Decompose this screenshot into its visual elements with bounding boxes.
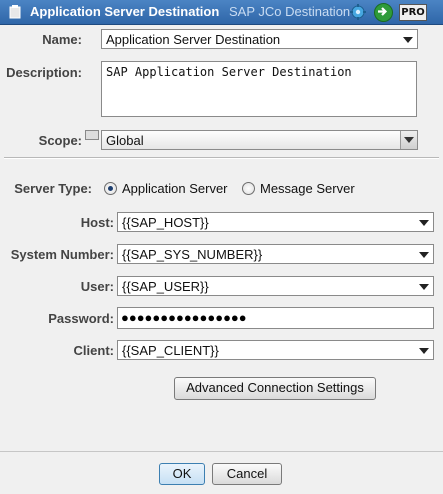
- host-value: {{SAP_HOST}}: [122, 215, 209, 230]
- advanced-connection-settings-button[interactable]: Advanced Connection Settings: [174, 377, 376, 400]
- description-label: Description:: [6, 65, 82, 80]
- user-field[interactable]: {{SAP_USER}}: [117, 276, 434, 296]
- ok-button[interactable]: OK: [159, 463, 205, 485]
- system-number-field[interactable]: {{SAP_SYS_NUMBER}}: [117, 244, 434, 264]
- name-field[interactable]: Application Server Destination: [101, 29, 418, 49]
- host-field[interactable]: {{SAP_HOST}}: [117, 212, 434, 232]
- server-type-label: Server Type:: [14, 181, 92, 196]
- user-label: User:: [80, 279, 114, 294]
- name-value: Application Server Destination: [106, 32, 281, 47]
- client-field[interactable]: {{SAP_CLIENT}}: [117, 340, 434, 360]
- message-server-label[interactable]: Message Server: [260, 181, 355, 196]
- window-title: Application Server Destination: [30, 4, 220, 19]
- cancel-button[interactable]: Cancel: [212, 463, 282, 485]
- title-bar: Application Server Destination SAP JCo D…: [0, 0, 443, 25]
- scope-value: Global: [106, 133, 144, 148]
- chevron-down-icon[interactable]: [419, 348, 429, 354]
- name-label: Name:: [42, 32, 82, 47]
- application-server-radio[interactable]: [104, 182, 117, 195]
- chevron-down-icon[interactable]: [400, 131, 417, 149]
- system-number-value: {{SAP_SYS_NUMBER}}: [122, 247, 263, 262]
- chevron-down-icon[interactable]: [419, 220, 429, 226]
- go-arrow-icon[interactable]: [374, 3, 393, 22]
- client-label: Client:: [73, 343, 114, 358]
- scope-info-icon: [85, 130, 99, 140]
- client-value: {{SAP_CLIENT}}: [122, 343, 219, 358]
- system-number-label: System Number:: [10, 247, 114, 262]
- document-icon: [9, 5, 21, 19]
- password-label: Password:: [48, 311, 114, 326]
- scope-select[interactable]: Global: [101, 130, 418, 150]
- section-divider: [4, 157, 439, 159]
- window-subtitle: SAP JCo Destination: [229, 4, 351, 19]
- application-server-label[interactable]: Application Server: [122, 181, 228, 196]
- scope-label: Scope:: [38, 133, 82, 148]
- host-label: Host:: [80, 215, 114, 230]
- footer-divider: [0, 451, 443, 452]
- chevron-down-icon[interactable]: [419, 252, 429, 258]
- chevron-down-icon[interactable]: [419, 284, 429, 290]
- chevron-down-icon[interactable]: [403, 37, 413, 43]
- description-textarea[interactable]: SAP Application Server Destination: [101, 61, 417, 117]
- gear-icon[interactable]: [350, 4, 366, 20]
- user-value: {{SAP_USER}}: [122, 279, 209, 294]
- message-server-radio[interactable]: [242, 182, 255, 195]
- password-field[interactable]: ●●●●●●●●●●●●●●●●: [117, 307, 434, 329]
- pro-badge: PRO: [399, 4, 427, 21]
